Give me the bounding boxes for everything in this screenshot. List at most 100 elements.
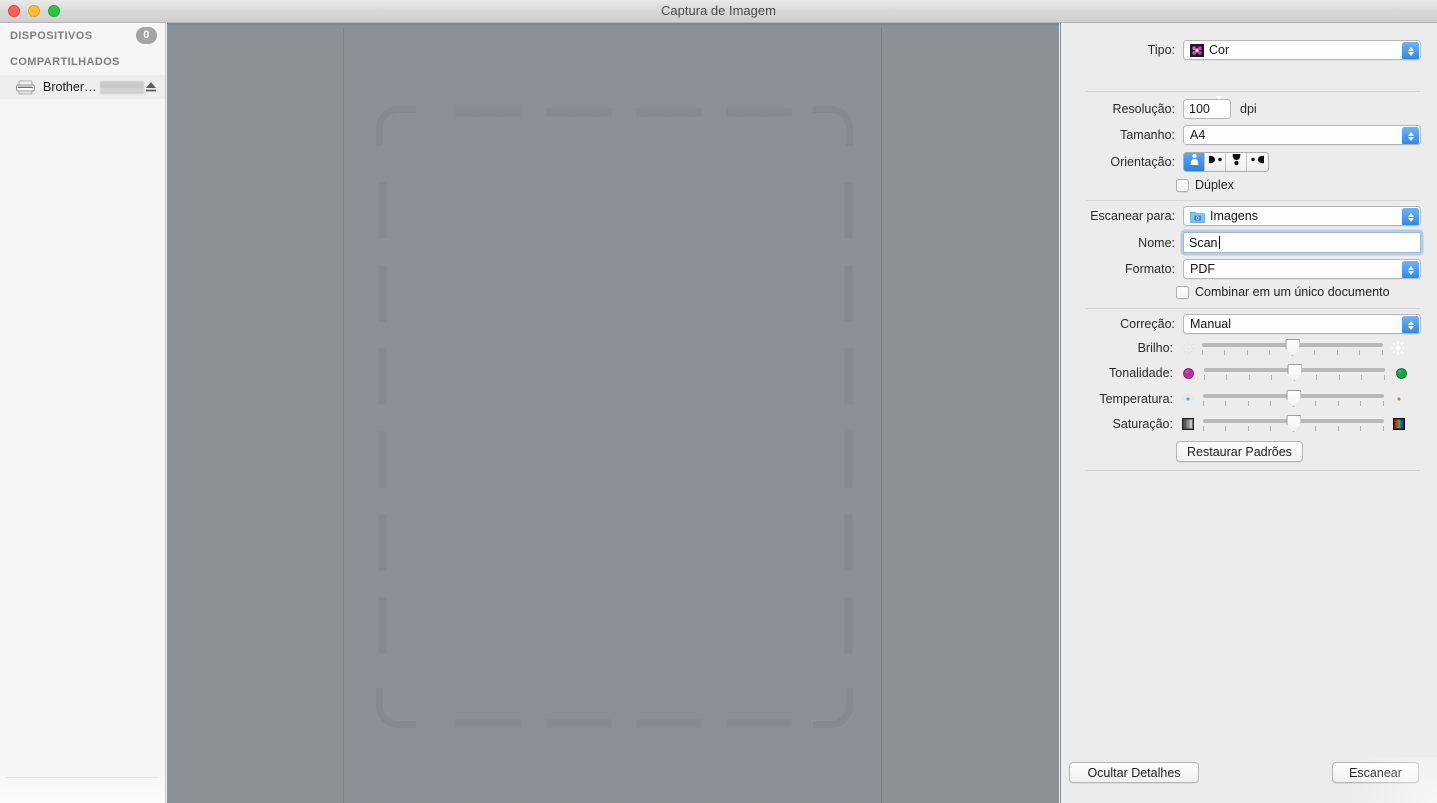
duplex-checkbox-row[interactable]: Dúplex [1176,178,1234,192]
escanear-para-stepper-arrows[interactable] [1402,208,1419,225]
field-row-resolucao: Resolução: 100 dpi [1060,96,1437,119]
formato-value: PDF [1190,262,1215,276]
tipo-select[interactable]: Cor [1183,40,1421,60]
duplex-checkbox[interactable] [1176,178,1189,192]
color-flower-icon [1190,43,1204,57]
marquee-corner-bottom-right[interactable] [813,688,853,728]
correcao-select[interactable]: Manual [1183,314,1421,334]
marquee-dash-right [845,515,852,570]
hide-details-button[interactable]: Ocultar Detalhes [1069,762,1199,783]
nome-value: Scan [1189,235,1218,250]
eject-icon[interactable] [145,80,157,93]
field-row-tamanho: Tamanho: A4 [1060,125,1437,145]
saturation-gray-icon [1181,417,1195,431]
saturation-color-icon [1392,417,1406,431]
panel-divider-3 [1086,308,1420,309]
formato-label: Formato: [1124,262,1175,276]
marquee-dash-left [379,432,386,487]
brilho-slider[interactable] [1202,339,1383,357]
brilho-thumb[interactable] [1285,339,1300,356]
tamanho-select[interactable]: A4 [1183,125,1421,145]
marquee-dash-left [379,349,386,404]
saturacao-thumb[interactable] [1286,415,1301,432]
panel-divider-4 [1086,470,1420,471]
resolucao-value: 100 [1189,102,1210,116]
orientacao-option-portrait-down[interactable] [1226,153,1247,171]
orientacao-label: Orientação: [1110,155,1175,169]
window-title: Captura de Imagem [661,3,776,18]
nome-input[interactable]: Scan [1183,232,1421,253]
marquee-dash-top [547,109,611,116]
orientacao-option-landscape-right[interactable] [1205,153,1226,171]
tint-magenta-icon [1181,366,1195,380]
field-row-correcao: Correção: Manual [1060,314,1437,334]
orientacao-option-portrait-up[interactable] [1184,153,1205,171]
temperature-warm-icon [1392,392,1406,406]
device-name-redacted [99,80,144,94]
nome-label: Nome: [1138,235,1175,250]
text-caret [1218,236,1220,249]
sidebar-item-brother-scanner[interactable]: Brother… [0,75,165,99]
marquee-dash-bottom [727,720,791,727]
marquee-corner-top-left[interactable] [376,106,416,146]
orientacao-segmented-control[interactable] [1183,152,1269,172]
combinar-checkbox[interactable] [1176,285,1189,299]
tipo-value: Cor [1209,43,1230,57]
devices-count-badge: 0 [136,27,157,44]
marquee-dash-top [727,109,791,116]
window-titlebar: Captura de Imagem [0,0,1437,23]
combinar-label: Combinar em um único documento [1195,285,1390,299]
scan-preview-area[interactable] [167,23,1059,803]
marquee-dash-right [845,598,852,653]
device-label: Brother… [43,80,97,94]
portrait-down-icon [1230,153,1243,171]
brightness-low-icon [1181,341,1195,355]
correcao-value: Manual [1190,317,1231,331]
field-row-tipo: Tipo: Cor [1060,40,1437,60]
formato-select[interactable]: PDF [1183,259,1421,279]
saturacao-label: Saturação: [1112,417,1173,431]
marquee-dash-top [637,109,701,116]
tamanho-label: Tamanho: [1120,128,1175,142]
escanear-para-select[interactable]: Imagens [1183,206,1421,226]
sidebar-bottom-gradient [0,773,165,803]
portrait-up-icon [1188,153,1201,171]
marquee-dash-top [456,109,520,116]
saturacao-slider[interactable] [1203,415,1384,433]
marquee-dash-bottom [456,720,520,727]
hide-details-label: Ocultar Detalhes [1087,765,1181,780]
marquee-corner-bottom-left[interactable] [376,688,416,728]
sidebar-section-devices-label: DISPOSITIVOS [10,30,93,42]
marquee-corner-top-right[interactable] [813,106,853,146]
field-row-nome: Nome: Scan [1060,232,1437,253]
temperatura-slider[interactable] [1203,390,1384,408]
scanner-icon [16,80,35,95]
orientacao-option-landscape-left[interactable] [1247,153,1268,171]
tipo-stepper-arrows[interactable] [1402,42,1419,59]
panel-divider-1 [1086,91,1420,92]
slider-row-tonalidade: Tonalidade: [1060,364,1437,382]
landscape-left-icon [1250,153,1265,171]
brilho-label: Brilho: [1137,341,1173,355]
sidebar-section-devices: DISPOSITIVOS 0 [0,23,165,49]
tint-green-icon [1394,366,1408,380]
temperatura-thumb[interactable] [1286,390,1301,407]
correcao-stepper-arrows[interactable] [1402,316,1419,333]
tamanho-stepper-arrows[interactable] [1402,127,1419,144]
tonalidade-slider[interactable] [1204,364,1385,382]
marquee-dash-right [845,183,852,238]
panel-divider-2 [1086,200,1420,201]
resolucao-stepper-arrows[interactable] [1209,96,1226,118]
marquee-dash-right [845,349,852,404]
sidebar-section-shared: COMPARTILHADOS [0,49,165,75]
sidebar-section-shared-label: COMPARTILHADOS [10,56,120,68]
restore-defaults-button[interactable]: Restaurar Padrões [1176,441,1303,462]
devices-sidebar: DISPOSITIVOS 0 COMPARTILHADOS Brother… [0,23,166,803]
resolucao-stepper[interactable]: 100 [1183,96,1231,119]
field-row-escanear-para: Escanear para: Imagens [1060,206,1437,226]
combinar-checkbox-row[interactable]: Combinar em um único documento [1176,285,1390,299]
formato-stepper-arrows[interactable] [1402,261,1419,278]
tonalidade-thumb[interactable] [1287,364,1302,381]
escanear-para-value: Imagens [1210,209,1258,223]
tonalidade-label: Tonalidade: [1109,366,1173,380]
